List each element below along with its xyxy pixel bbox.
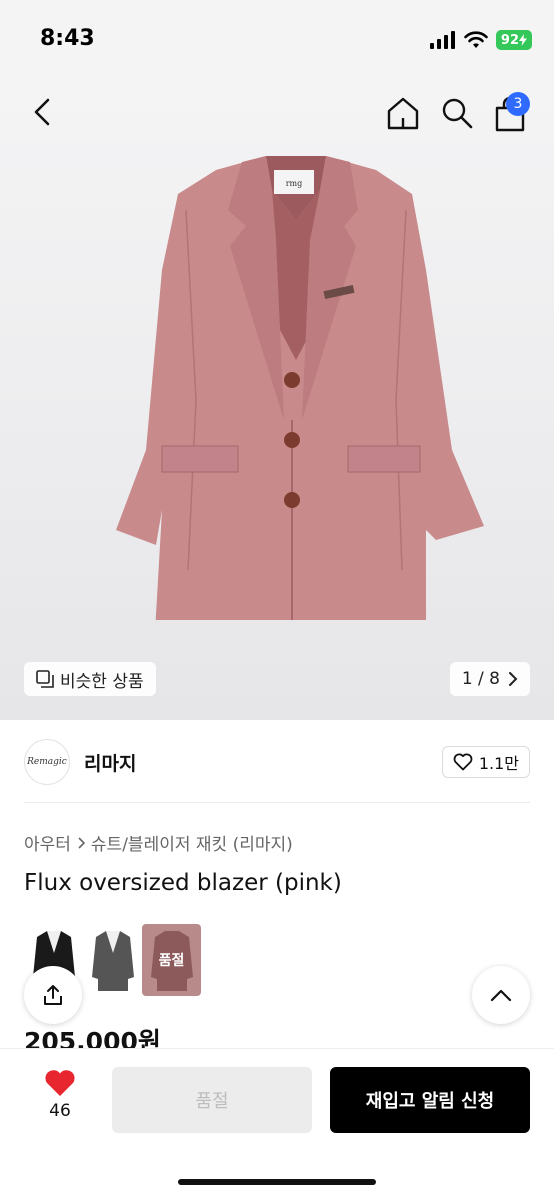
image-pager-count: 1 / 8 [461, 669, 500, 689]
brand-logo[interactable]: Remagic [24, 739, 70, 785]
home-indicator [178, 1179, 376, 1185]
product-image-gallery[interactable]: 3 rmg 비슷한 상품 1 / 8 [0, 80, 554, 720]
variant-pink-thumbnail[interactable]: 품절 [142, 924, 201, 996]
battery-level: 92 [500, 32, 519, 48]
cart-count-badge: 3 [506, 92, 530, 116]
sold-out-button: 품절 [112, 1067, 312, 1133]
restock-alert-button[interactable]: 재입고 알림 신청 [330, 1067, 530, 1133]
gray-blazer-icon [91, 931, 134, 991]
chevron-up-icon [490, 989, 512, 1002]
battery-indicator: 92 [495, 30, 532, 50]
variant-gray-thumbnail[interactable] [83, 924, 142, 996]
breadcrumb: 아우터 슈트/블레이저 재킷 (리마지) [24, 830, 293, 855]
share-icon [44, 985, 62, 1005]
sold-out-badge: 품절 [158, 953, 185, 969]
scroll-top-button[interactable] [472, 966, 530, 1024]
image-pager[interactable]: 1 / 8 [449, 662, 530, 696]
chevron-right-icon [509, 672, 518, 686]
wishlist-count: 46 [49, 1101, 71, 1121]
product-title: Flux oversized blazer (pink) [24, 870, 342, 896]
chevron-right-icon [78, 836, 85, 849]
similar-products-icon [36, 670, 54, 688]
brand-name[interactable]: 리마지 [84, 749, 136, 776]
breadcrumb-subcategory[interactable]: 슈트/블레이저 재킷 (리마지) [91, 830, 293, 855]
svg-text:rmg: rmg [286, 179, 303, 188]
brand-like-button[interactable]: 1.1만 [441, 746, 530, 778]
signal-icon [429, 31, 455, 49]
charging-icon [519, 34, 527, 46]
back-icon[interactable] [26, 94, 62, 130]
wishlist-button[interactable]: 46 [36, 1069, 84, 1121]
share-button[interactable] [24, 966, 82, 1024]
divider [24, 802, 530, 803]
status-bar: 8:43 92 [0, 0, 554, 80]
status-time: 8:43 [40, 26, 95, 51]
heart-filled-icon [45, 1070, 75, 1096]
home-icon[interactable] [384, 94, 422, 132]
wifi-icon [464, 31, 488, 48]
product-photo: rmg [116, 156, 484, 620]
heart-outline-icon [453, 753, 473, 771]
search-icon[interactable] [438, 94, 476, 132]
status-icons: 92 [429, 30, 532, 50]
brand-like-count: 1.1만 [478, 754, 519, 773]
bottom-action-bar: 46 품절 재입고 알림 신청 [0, 1048, 554, 1200]
similar-products-button[interactable]: 비슷한 상품 [24, 662, 156, 696]
breadcrumb-category[interactable]: 아우터 [24, 830, 71, 855]
similar-products-label: 비슷한 상품 [60, 671, 144, 692]
brand-row[interactable]: Remagic 리마지 1.1만 [24, 738, 530, 786]
